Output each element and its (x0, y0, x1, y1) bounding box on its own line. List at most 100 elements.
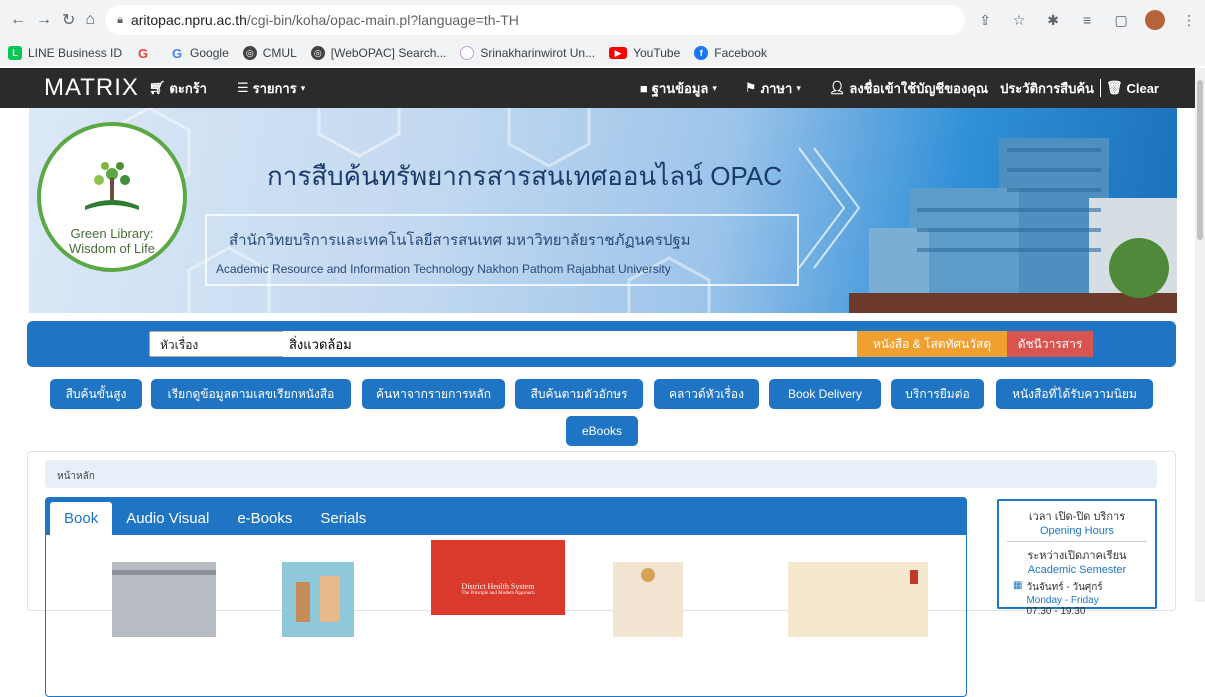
caret-down-icon: ▾ (712, 82, 717, 93)
reload-icon[interactable]: ↻ (62, 9, 75, 31)
book-cover-1[interactable] (112, 562, 216, 637)
bookmark-youtube[interactable]: ▶ YouTube (609, 46, 680, 60)
browser-chrome: ← → ↻ ⌂ 🔒︎ aritopac.npru.ac.th/cgi-bin/k… (0, 0, 1205, 66)
cart-link[interactable]: 🛒︎ ตะกร้า (149, 78, 207, 99)
login-link[interactable]: 👤︎ ลงชื่อเข้าใช้บัญชีของคุณ (829, 78, 988, 99)
scrollbar-thumb[interactable] (1197, 80, 1203, 240)
days-thai: วันจันทร์ - วันศุกร์ (1026, 582, 1103, 593)
bookmark-google-1[interactable]: G (136, 45, 156, 61)
advanced-search-button[interactable]: สืบค้นขั้นสูง (50, 379, 142, 409)
browse-alphabet-button[interactable]: สืบค้นตามตัวอักษร (515, 379, 643, 409)
back-icon[interactable]: ← (10, 9, 26, 31)
language-menu[interactable]: ⚑ ภาษา ▾ (745, 78, 801, 99)
term-label-thai: ระหว่างเปิดภาคเรียน (1027, 550, 1127, 562)
days-english: Monday - Friday (1026, 595, 1099, 606)
bookmark-webopac[interactable]: ◎ [WebOPAC] Search... (310, 46, 446, 60)
tab-book[interactable]: Book (50, 502, 113, 535)
line-icon: L (8, 46, 22, 60)
database-icon: ■ (639, 80, 648, 96)
cover-illustration (320, 576, 340, 622)
bookmark-srinakharinwirot[interactable]: Srinakharinwirot Un... (460, 46, 595, 60)
caret-down-icon: ▾ (796, 82, 801, 93)
cover-stripe (112, 570, 216, 575)
side-panel-icon[interactable]: ▢ (1111, 10, 1131, 30)
profile-avatar[interactable] (1145, 10, 1166, 30)
share-icon[interactable]: ⇪ (975, 10, 995, 30)
breadcrumb-home-link[interactable]: หน้าหลัก (57, 471, 95, 482)
bookmark-facebook[interactable]: f Facebook (694, 46, 767, 60)
tab-ebooks[interactable]: e-Books (223, 502, 306, 535)
bookmarks-bar: L LINE Business ID G G Google ◎ CMUL ◎ [WebO… (0, 40, 1205, 66)
cover-illustration (641, 568, 655, 582)
lists-menu[interactable]: ☰ รายการ ▾ (237, 78, 305, 99)
divider (1099, 79, 1101, 97)
term-label-english: Academic Semester (1027, 564, 1127, 576)
forward-icon[interactable]: → (36, 9, 52, 31)
url-bar[interactable]: 🔒︎ aritopac.npru.ac.th/cgi-bin/koha/opac… (105, 5, 966, 35)
site-navbar: MATRIX 🛒︎ ตะกร้า ☰ รายการ ▾ ■ ฐานข้อมูล ▾ ⚑ ภา… (0, 68, 1195, 108)
cart-icon: 🛒︎ (148, 80, 166, 95)
list-icon: ☰ (236, 80, 249, 95)
breadcrumb: หน้าหลัก (45, 460, 1157, 488)
divider (1007, 541, 1147, 542)
search-books-button[interactable]: หนังสือ & โสตทัศนวัสดุ (857, 331, 1007, 357)
opening-hours-box: เวลา เปิด-ปิด บริการ Opening Hours ระหว่… (997, 499, 1157, 617)
browser-actions: ⇪ ☆ ✱ ≡ ▢ ⋮ (975, 10, 1199, 30)
trash-icon: 🗑︎ (1105, 80, 1123, 95)
clear-history-button[interactable]: 🗑︎ Clear (1106, 80, 1159, 96)
caret-down-icon: ▾ (300, 82, 306, 93)
book-cover-4[interactable] (613, 562, 683, 637)
cover-emblem (910, 570, 918, 584)
tabs-header: Book Audio Visual e-Books Serials (46, 498, 966, 535)
extensions-icon[interactable]: ✱ (1043, 10, 1063, 30)
bookmark-cmul[interactable]: ◎ CMUL (242, 46, 297, 60)
bookmark-line[interactable]: L LINE Business ID (8, 46, 122, 60)
subject-cloud-button[interactable]: คลาวด์หัวเรื่อง (654, 379, 759, 409)
globe-icon: ◎ (310, 46, 325, 60)
tree-logo-icon (85, 162, 139, 210)
google-g-icon: G (171, 45, 183, 61)
logo-tagline: Green Library: Wisdom of Life (69, 226, 155, 256)
banner-subtitle-thai: สำนักวิทยบริการและเทคโนโลยีสารสนเทศ มหาว… (229, 232, 691, 249)
search-bar: หัวเรื่อง ∨ หนังสือ & โสตทัศนวัสดุ ดัชนี… (27, 321, 1176, 367)
facebook-icon: f (694, 46, 709, 60)
home-icon[interactable]: ⌂ (85, 9, 95, 31)
database-menu[interactable]: ■ ฐานข้อมูล ▾ (640, 78, 717, 99)
menu-icon[interactable]: ⋮ (1179, 10, 1199, 30)
hours-title-english: Opening Hours (1040, 525, 1114, 537)
search-history-link[interactable]: ประวัติการสืบค้น (1000, 78, 1094, 99)
brand-logo[interactable]: MATRIX (44, 74, 139, 102)
banner-title: การสืบค้นทรัพยากรสารสนเทศออนไลน์ OPAC (267, 161, 782, 191)
header-banner: Green Library: Wisdom of Life การสืบค้นท… (29, 108, 1177, 313)
calendar-icon: ▦ (1013, 580, 1023, 591)
banner-subtitle-english: Academic Resource and Information Techno… (216, 262, 671, 276)
lock-icon[interactable]: 🔒︎ (117, 14, 123, 27)
library-building-image (849, 138, 1177, 313)
browse-call-number-button[interactable]: เรียกดูข้อมูลตามเลขเรียกหนังสือ (151, 379, 351, 409)
journal-index-button[interactable]: ดัชนีวารสาร (1007, 331, 1093, 357)
globe-icon: ◎ (242, 46, 257, 60)
reading-list-icon[interactable]: ≡ (1077, 10, 1097, 30)
search-input[interactable] (283, 331, 857, 357)
book-cover-3[interactable]: District Health System The Principle and… (431, 540, 565, 615)
tab-audio-visual[interactable]: Audio Visual (112, 502, 223, 535)
bookmark-google[interactable]: G Google (170, 45, 229, 61)
book-cover-5[interactable] (788, 562, 928, 637)
renew-service-button[interactable]: บริการยืมต่อ (891, 379, 984, 409)
address-bar-row: ← → ↻ ⌂ 🔒︎ aritopac.npru.ac.th/cgi-bin/k… (0, 0, 1205, 40)
url-host: aritopac.npru.ac.th (130, 12, 247, 28)
popular-books-button[interactable]: หนังสือที่ได้รับความนิยม (996, 379, 1153, 409)
flag-icon: ⚑ (744, 80, 757, 95)
youtube-icon: ▶ (609, 47, 628, 59)
user-icon: 👤︎ (828, 80, 846, 95)
google-g-icon: G (137, 45, 149, 61)
url-path: /cgi-bin/koha/opac-main.pl?language=th-T… (246, 12, 519, 28)
cover-illustration (296, 582, 310, 622)
ebooks-button[interactable]: eBooks (566, 416, 638, 446)
tab-serials[interactable]: Serials (306, 502, 380, 535)
book-delivery-button[interactable]: Book Delivery (769, 379, 881, 409)
university-icon (460, 46, 475, 60)
book-cover-2[interactable] (282, 562, 354, 637)
authority-search-button[interactable]: ค้นหาจากรายการหลัก (362, 379, 505, 409)
star-icon[interactable]: ☆ (1009, 10, 1029, 30)
